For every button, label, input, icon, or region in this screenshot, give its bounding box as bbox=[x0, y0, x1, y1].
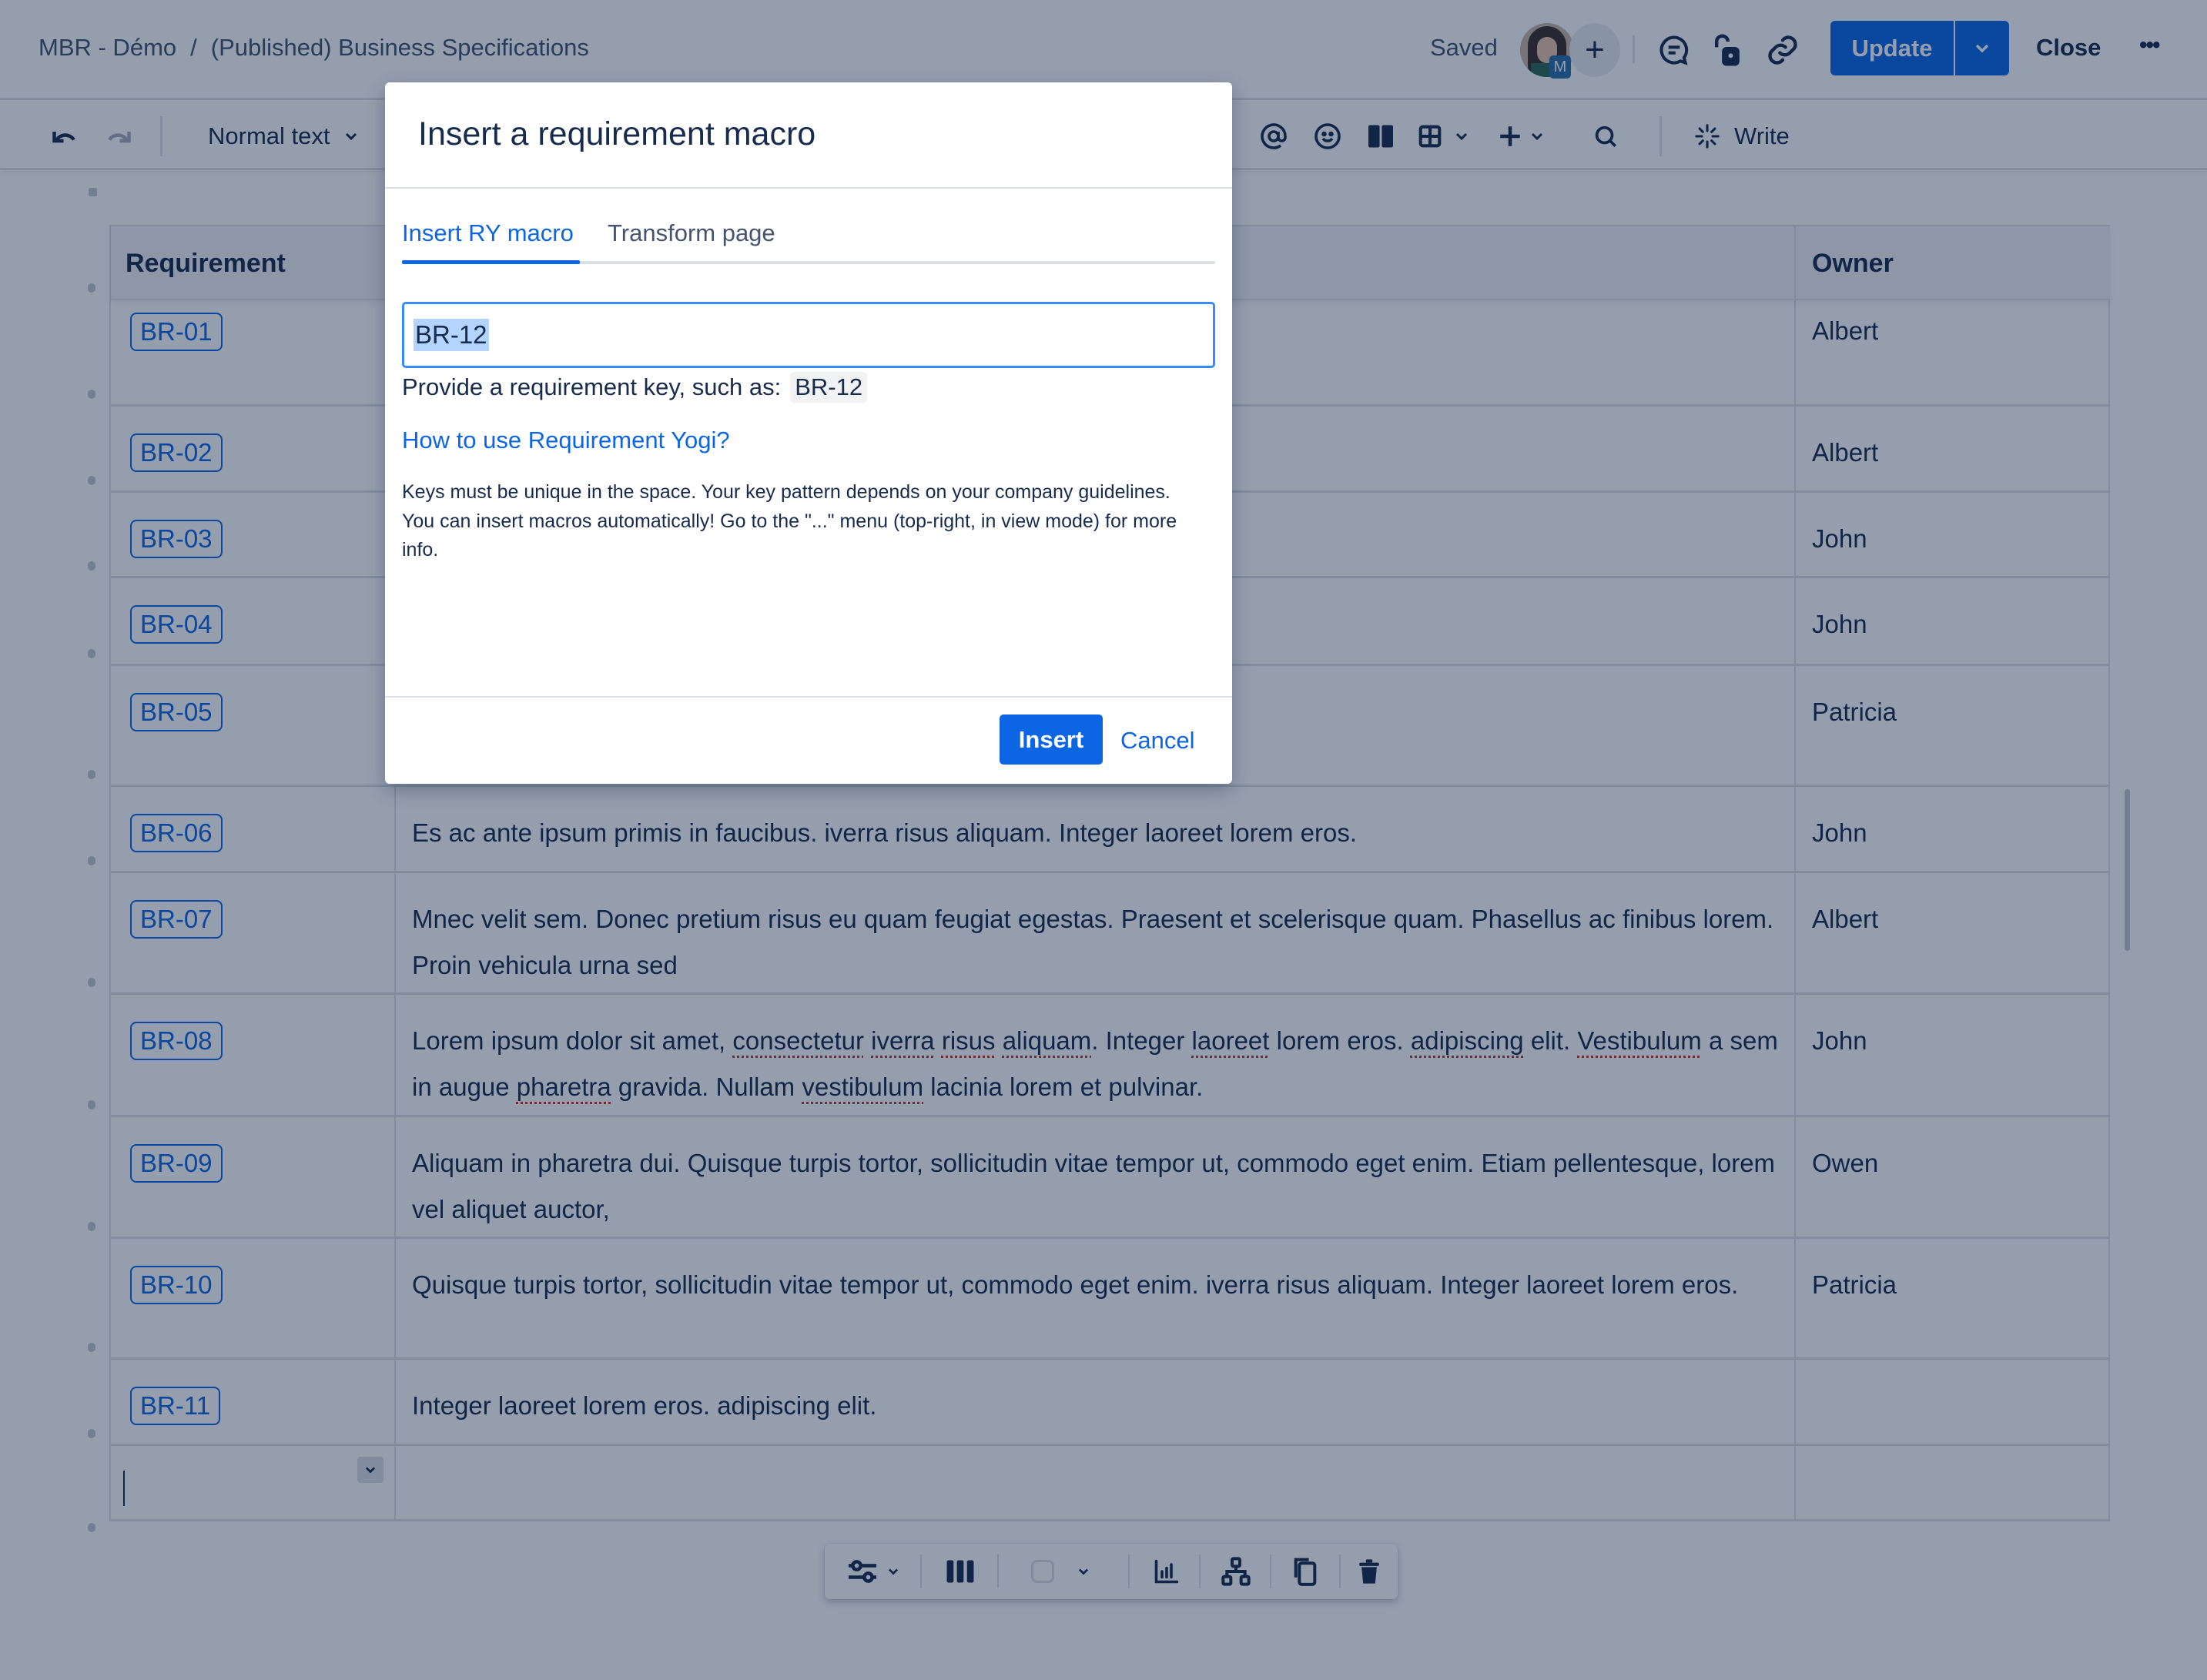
cancel-button[interactable]: Cancel bbox=[1120, 727, 1195, 755]
divider bbox=[385, 187, 1232, 189]
insert-requirement-dialog: Insert a requirement macro Insert RY mac… bbox=[385, 82, 1232, 784]
tab-transform-page[interactable]: Transform page bbox=[608, 219, 775, 247]
dialog-title: Insert a requirement macro bbox=[418, 115, 816, 152]
dialog-description: Keys must be unique in the space. Your k… bbox=[402, 481, 1177, 561]
key-hint: Provide a requirement key, such as: BR-1… bbox=[402, 372, 868, 403]
requirement-key-value: BR-12 bbox=[414, 319, 489, 351]
divider bbox=[385, 696, 1232, 698]
requirement-key-input[interactable]: BR-12 bbox=[402, 302, 1215, 368]
active-tab-indicator bbox=[402, 260, 580, 264]
help-link[interactable]: How to use Requirement Yogi? bbox=[402, 427, 730, 454]
tab-insert-ry-macro[interactable]: Insert RY macro bbox=[402, 219, 574, 247]
insert-button[interactable]: Insert bbox=[1000, 715, 1103, 765]
dialog-tabs: Insert RY macro Transform page bbox=[402, 219, 1215, 266]
hint-text: Provide a requirement key, such as: bbox=[402, 373, 782, 400]
hint-example: BR-12 bbox=[790, 372, 868, 403]
